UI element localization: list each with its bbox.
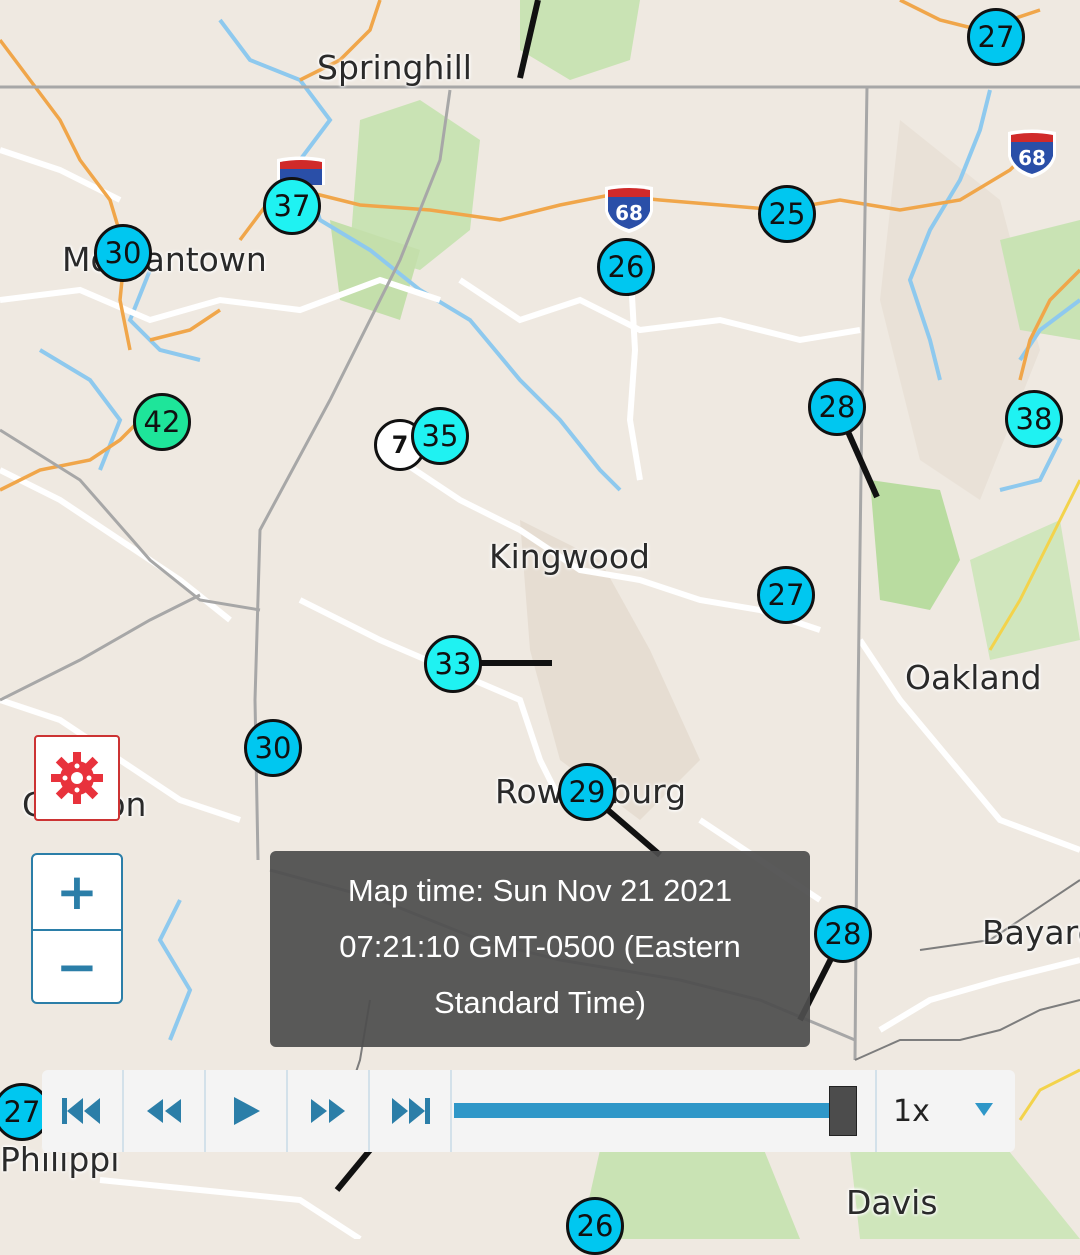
map-time-line: Standard Time) bbox=[434, 985, 646, 1020]
time-slider-handle[interactable] bbox=[829, 1086, 857, 1136]
station-marker[interactable]: 37 bbox=[263, 177, 321, 235]
map-time-tooltip: Map time: Sun Nov 21 2021 07:21:10 GMT-0… bbox=[270, 851, 810, 1047]
map-canvas[interactable] bbox=[0, 0, 1080, 1239]
label-springhill: Springhill bbox=[317, 48, 472, 87]
label-bayard: Bayard bbox=[982, 913, 1080, 952]
rewind-icon bbox=[147, 1099, 181, 1123]
skip-to-end-button[interactable] bbox=[370, 1070, 452, 1152]
settings-button[interactable] bbox=[34, 735, 120, 821]
skip-end-icon bbox=[392, 1098, 430, 1124]
svg-text:68: 68 bbox=[615, 201, 643, 225]
fast-forward-icon bbox=[311, 1099, 345, 1123]
station-marker[interactable]: 26 bbox=[597, 238, 655, 296]
station-marker[interactable]: 28 bbox=[814, 905, 872, 963]
interstate-68-shield-icon: 68 bbox=[1008, 129, 1056, 178]
time-slider[interactable] bbox=[452, 1070, 877, 1152]
station-marker[interactable]: 33 bbox=[424, 635, 482, 693]
speed-value: 1x bbox=[893, 1093, 930, 1129]
station-marker[interactable]: 28 bbox=[808, 378, 866, 436]
playback-controls: 1x bbox=[42, 1070, 1015, 1152]
station-marker[interactable]: 42 bbox=[133, 393, 191, 451]
svg-text:68: 68 bbox=[1018, 146, 1046, 170]
dropdown-arrow-icon bbox=[975, 1103, 993, 1116]
station-marker[interactable]: 38 bbox=[1005, 390, 1063, 448]
map-time-line: Map time: Sun Nov 21 2021 bbox=[347, 873, 733, 908]
zoom-control: + − bbox=[31, 853, 123, 1004]
step-forward-button[interactable] bbox=[288, 1070, 370, 1152]
gear-icon bbox=[51, 752, 103, 804]
station-marker[interactable]: 27 bbox=[757, 566, 815, 624]
play-button[interactable] bbox=[206, 1070, 288, 1152]
label-davis: Davis bbox=[846, 1183, 938, 1222]
station-marker[interactable]: 30 bbox=[94, 224, 152, 282]
map-time-line: 07:21:10 GMT-0500 (Eastern bbox=[339, 929, 741, 964]
label-kingwood: Kingwood bbox=[489, 537, 650, 576]
station-marker[interactable]: 29 bbox=[558, 763, 616, 821]
interstate-68-shield-icon: 68 bbox=[605, 184, 653, 233]
station-marker[interactable]: 26 bbox=[566, 1197, 624, 1255]
time-slider-progress bbox=[454, 1103, 833, 1118]
station-marker[interactable]: 25 bbox=[758, 185, 816, 243]
station-marker[interactable]: 27 bbox=[967, 8, 1025, 66]
skip-to-start-button[interactable] bbox=[42, 1070, 124, 1152]
zoom-in-button[interactable]: + bbox=[33, 855, 121, 929]
label-morgantown: Morgantown bbox=[62, 240, 267, 279]
play-icon bbox=[234, 1097, 260, 1125]
step-back-button[interactable] bbox=[124, 1070, 206, 1152]
label-oakland: Oakland bbox=[905, 658, 1042, 697]
speed-select[interactable]: 1x bbox=[877, 1070, 1015, 1152]
station-marker[interactable]: 35 bbox=[411, 407, 469, 465]
skip-start-icon bbox=[62, 1098, 100, 1124]
station-marker[interactable]: 30 bbox=[244, 719, 302, 777]
zoom-out-button[interactable]: − bbox=[33, 928, 121, 1003]
